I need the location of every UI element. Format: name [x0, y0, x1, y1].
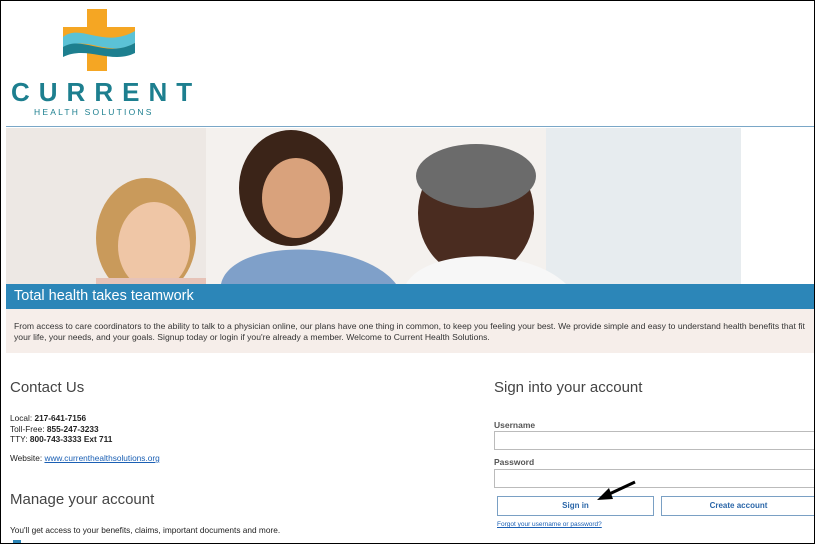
hero-description: From access to care coordinators to the … — [14, 321, 805, 342]
local-phone: 217-641-7156 — [34, 413, 87, 423]
pointer-arrow-icon — [597, 480, 636, 500]
website-label: Website: — [10, 453, 43, 463]
create-account-button[interactable]: Create account — [661, 496, 814, 516]
contact-website-row: Website: www.currenthealthsolutions.org — [10, 453, 160, 464]
username-label: Username — [494, 420, 536, 430]
brand-tagline: HEALTH SOLUTIONS — [34, 107, 154, 117]
tty-label: TTY: — [10, 434, 28, 444]
brand-wordmark: CURRENT — [11, 77, 202, 107]
tty-phone: 800-743-3333 Ext 711 — [29, 434, 113, 444]
hero-photo — [6, 128, 814, 353]
contact-title: Contact Us — [10, 379, 85, 396]
signin-title: Sign into your account — [494, 379, 643, 396]
password-input[interactable] — [494, 469, 814, 488]
manage-title: Manage your account — [10, 491, 155, 508]
tollfree-label: Toll-Free: — [10, 423, 45, 434]
password-label: Password — [494, 457, 535, 467]
username-input[interactable] — [494, 431, 814, 450]
contact-details: Local: 217-641-7156 Toll-Free: 855-247-3… — [10, 413, 112, 445]
tollfree-phone: 855-247-3233 — [46, 423, 99, 434]
hero-banner: Total health takes teamwork From access … — [6, 128, 814, 353]
header-divider — [6, 126, 814, 127]
hero-caption-text: Total health takes teamwork — [14, 288, 194, 304]
manage-description: You'll get access to your benefits, clai… — [10, 525, 281, 535]
page-frame: CURRENT HEALTH SOLUTIONS Total health ta… — [0, 0, 815, 544]
local-label: Local: — [10, 413, 33, 423]
checkbox[interactable] — [13, 540, 21, 543]
website-link[interactable]: www.currenthealthsolutions.org — [44, 453, 159, 463]
hero-caption-bar: Total health takes teamwork — [6, 284, 814, 309]
forgot-credentials-link[interactable]: Forgot your username or password? — [497, 521, 602, 528]
logo-cross-icon — [63, 9, 135, 71]
